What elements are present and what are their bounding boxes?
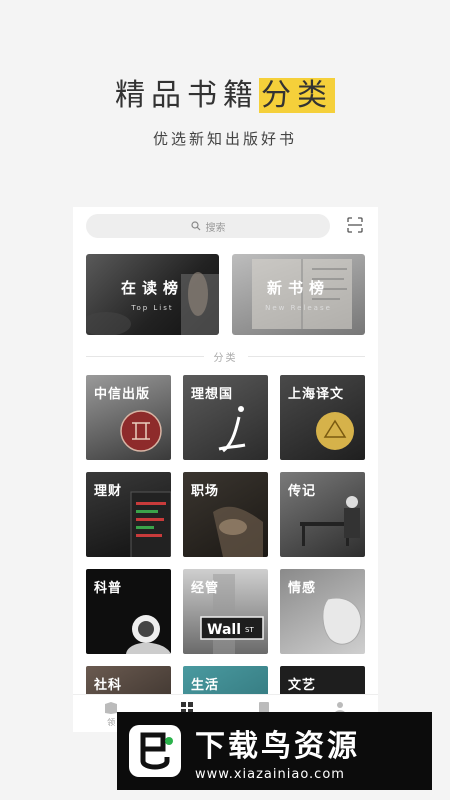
category-tile-biography[interactable]: 传记 [280,472,365,557]
new-release-subtitle: New Release [265,304,332,312]
category-tile-emotion[interactable]: 情感 [280,569,365,654]
page-headline: 精品书籍分类 [0,70,450,114]
category-tile-citic[interactable]: 中信出版 [86,375,171,460]
category-tile-career[interactable]: 职场 [183,472,268,557]
top-list-subtitle: Top List [131,304,174,312]
wall-sign-st: ST [245,626,254,634]
watermark-banner: 下载鸟资源 www.xiazainiao.com [117,712,432,790]
category-label: 理财 [94,484,123,499]
category-label: 理想国 [191,387,234,402]
watermark-title: 下载鸟资源 [195,728,360,764]
category-label: 情感 [288,581,317,596]
category-label: 中信出版 [94,387,151,402]
category-tile-finance[interactable]: 理财 [86,472,171,557]
watermark-url: www.xiazainiao.com [195,766,345,782]
tab-label: 领 [107,718,116,727]
bird-logo-icon [129,725,181,777]
category-tile-lixiangguo[interactable]: 理想国 [183,375,268,460]
scan-icon[interactable] [347,217,363,233]
top-list-banner[interactable]: 在读榜 Top List [86,254,219,335]
category-label: 文艺 [288,678,317,693]
new-release-title: 新书榜 [266,279,330,297]
category-label: 社科 [94,678,123,693]
wall-sign-text: Wall [207,622,241,638]
category-tile-business[interactable]: Wall ST 经管 [183,569,268,654]
category-label: 经管 [191,581,220,596]
category-section-label: 分类 [213,352,238,364]
page-subtitle: 优选新知出版好书 [152,130,297,148]
category-divider: 分类 [86,349,365,364]
top-list-title: 在读榜 [120,279,184,297]
category-label: 上海译文 [288,387,345,402]
category-label: 生活 [191,678,220,693]
headline-highlight: 分类 [259,78,335,113]
category-tile-science[interactable]: 科普 [86,569,171,654]
app-screen-card: 搜索 在读榜 Top List 新书榜 New Release 分类 中信出版 … [73,207,378,732]
divider-line-right [247,355,365,357]
category-label: 传记 [288,484,317,499]
search-bar[interactable]: 搜索 [86,214,330,238]
category-label: 职场 [191,484,220,499]
headline-text: 精品书籍 [115,78,259,113]
search-placeholder: 搜索 [205,222,226,234]
new-release-banner[interactable]: 新书榜 New Release [232,254,365,335]
search-icon [190,221,200,231]
category-tile-shanghai-yiwen[interactable]: 上海译文 [280,375,365,460]
category-label: 科普 [94,581,123,596]
divider-line-left [86,355,204,357]
